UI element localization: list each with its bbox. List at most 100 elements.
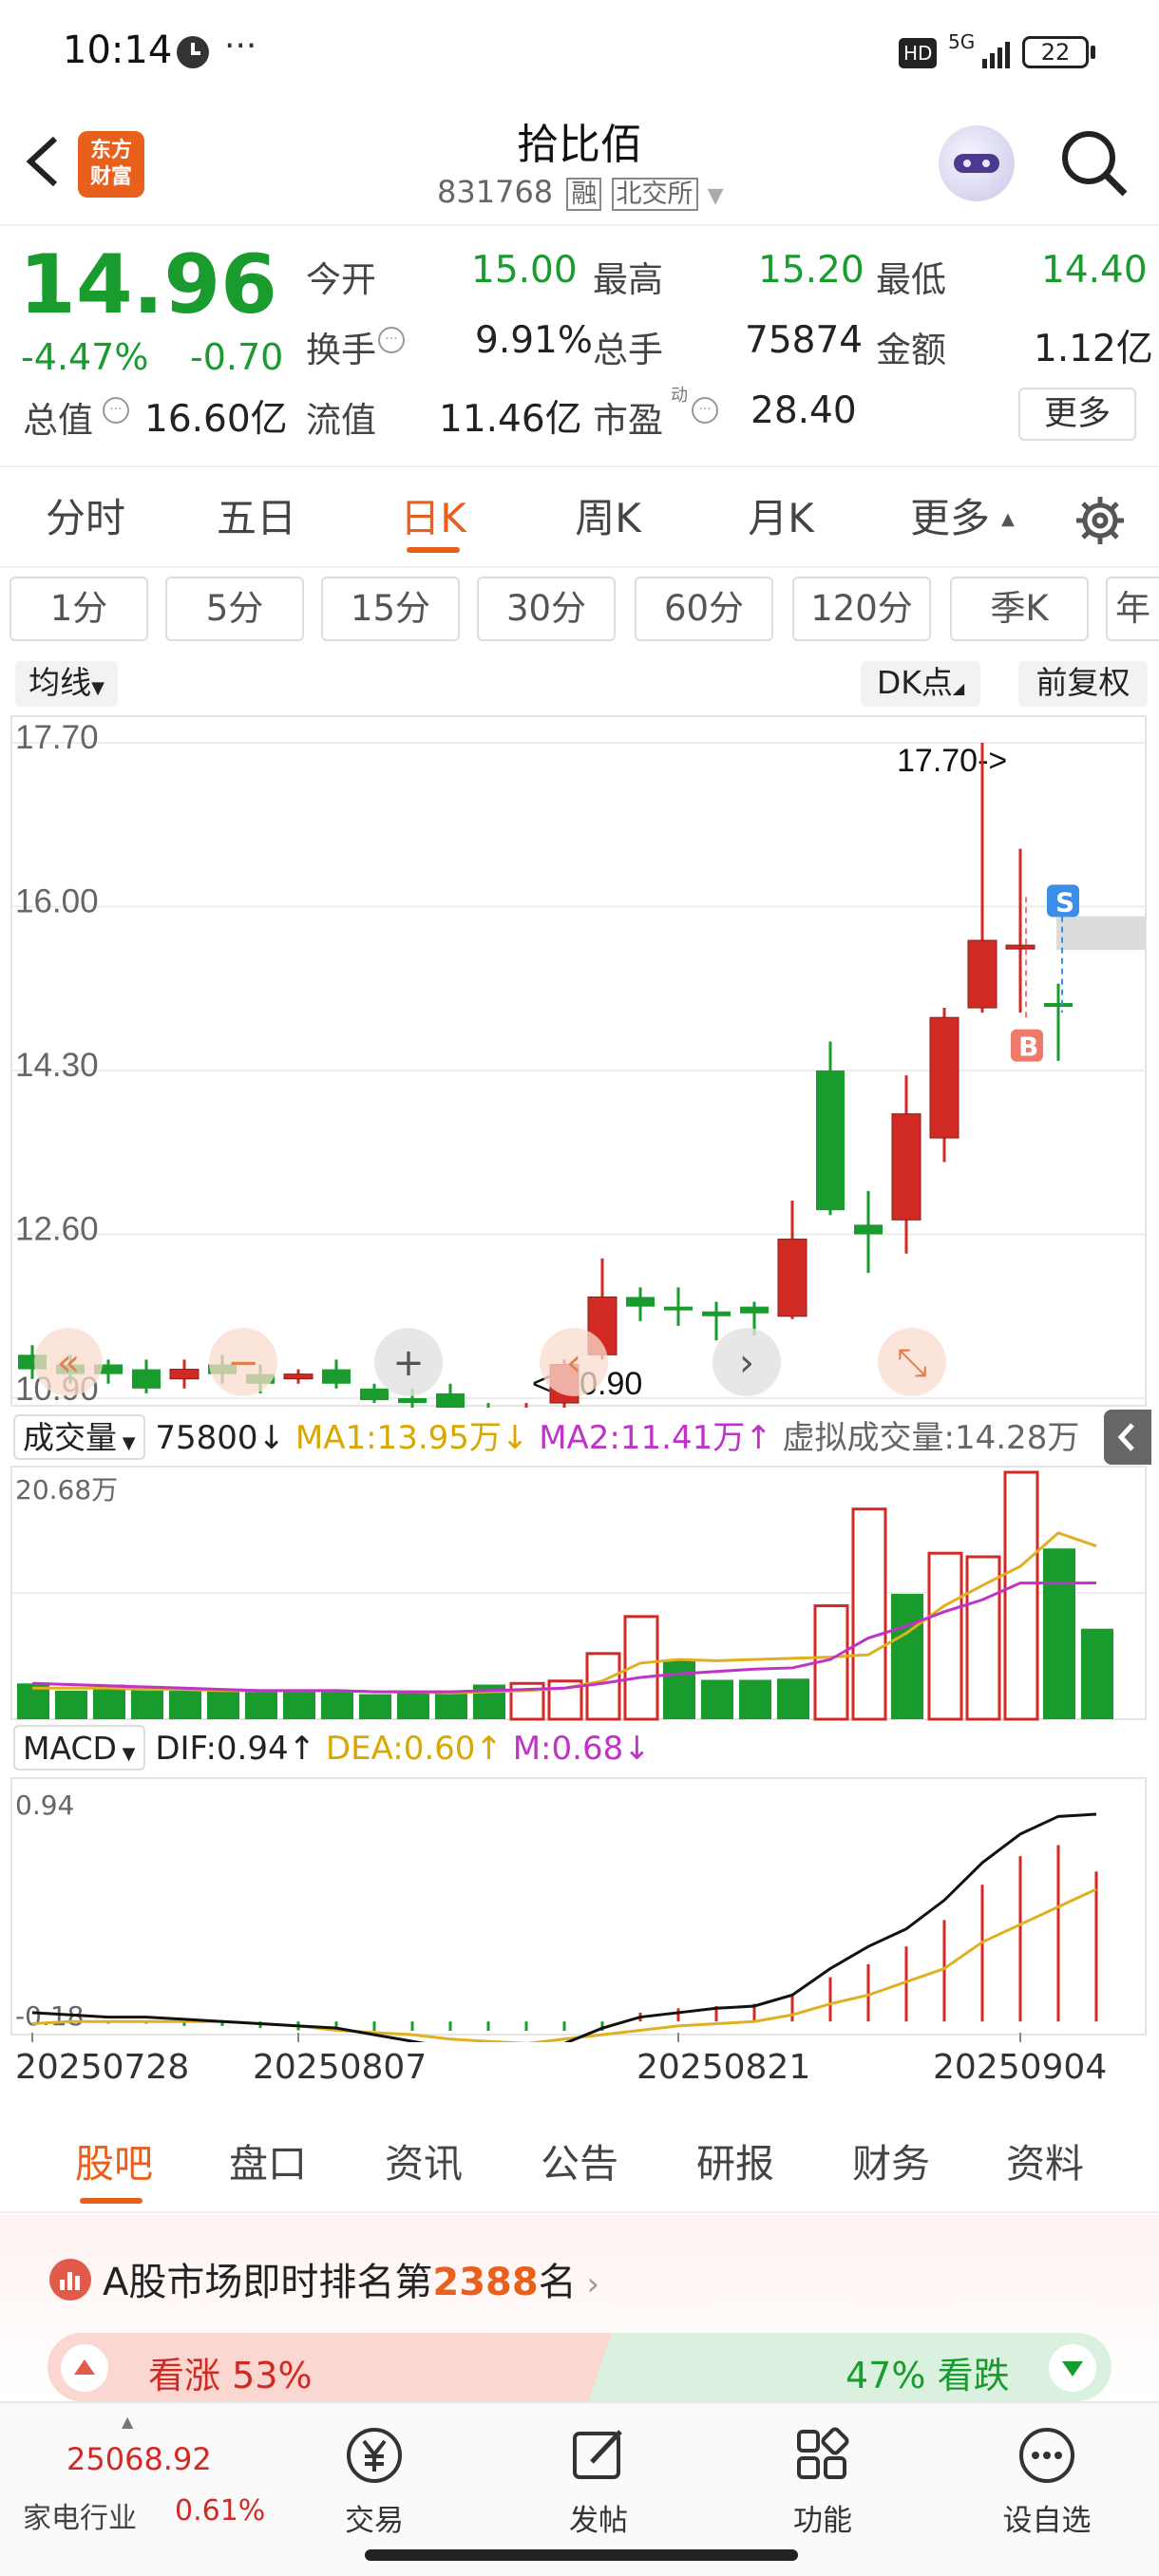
sector-change: 0.61% (175, 2494, 266, 2528)
stock-name: 拾比佰 (517, 121, 642, 169)
chart-frame (10, 1777, 1147, 2036)
adjust-button[interactable]: 前复权 (1018, 661, 1148, 707)
index-value[interactable]: 25068.92 (66, 2441, 212, 2477)
volume-bar (207, 1690, 239, 1719)
post-button[interactable]: 发帖 (532, 2422, 665, 2539)
volume-chart[interactable]: 20.68万 (0, 1465, 1159, 1721)
bullish-fill (48, 2333, 612, 2401)
news-tabs: 股吧 盘口 资讯 公告 研报 财务 资料 (0, 2114, 1159, 2213)
sentiment-bar: 看涨 53% 47% 看跌 (48, 2333, 1112, 2401)
macd-chart[interactable]: 0.94-0.18 (0, 1776, 1159, 2042)
turnover-value: 9.91% (475, 319, 593, 362)
tab-financials[interactable]: 财务 (825, 2114, 958, 2213)
status-bar: 10:14 ··· HD 5G 22 (0, 0, 1159, 104)
volume-bar (777, 1678, 809, 1719)
current-price: 14.96 (19, 237, 278, 332)
collapse-panel-icon[interactable] (1104, 1410, 1151, 1465)
macd-selector[interactable]: MACD ▼ (13, 1725, 145, 1771)
caret-up-icon: ▲ (1001, 509, 1015, 529)
dropdown-caret-icon: ▼ (116, 1744, 136, 1764)
volume-bar (663, 1660, 695, 1719)
info-icon[interactable]: ··· (103, 397, 129, 424)
volume-value: 75800 (155, 1419, 258, 1457)
volume-bar (701, 1679, 733, 1719)
corner-caret-icon: ◢ (952, 679, 965, 697)
trade-button[interactable]: 交易 (308, 2422, 441, 2539)
pill-1min[interactable]: 1分 (10, 577, 148, 641)
high-value: 15.20 (758, 249, 864, 292)
date-label: 20250728 (15, 2048, 190, 2087)
function-button[interactable]: 功能 (756, 2422, 889, 2539)
info-icon[interactable]: ··· (378, 327, 405, 353)
search-icon[interactable] (1058, 127, 1130, 199)
volume-bar (739, 1679, 771, 1719)
volume-selector[interactable]: 成交量 ▼ (13, 1414, 145, 1460)
volume-bar (1043, 1548, 1075, 1719)
ranking-text[interactable]: A股市场即时排名第2388名 › (103, 2251, 599, 2306)
stock-code-line: 831768 融 北交所 ▼ (437, 173, 724, 211)
back-icon[interactable] (21, 133, 68, 190)
tab-research[interactable]: 研报 (669, 2114, 802, 2213)
candlestick-chart[interactable]: 17.7016.0014.3012.6010.9017.70-><-10.90S… (0, 714, 1159, 1408)
pill-year-k[interactable]: 年 (1106, 577, 1159, 641)
arrow-down-icon: ↓ (501, 1419, 529, 1457)
tab-weekly-k[interactable]: 周K (542, 467, 674, 570)
virtual-volume: 虚拟成交量:14.28万 (782, 1419, 1080, 1457)
candle (360, 1388, 389, 1401)
turnover-label: 换手 (306, 330, 376, 370)
pill-60min[interactable]: 60分 (635, 577, 773, 641)
robot-assistant-icon[interactable] (939, 125, 1015, 201)
more-button[interactable]: 更多 (1018, 388, 1136, 441)
app-logo[interactable]: 东方 财富 (78, 131, 144, 198)
candle (1044, 1002, 1073, 1008)
tab-order-book[interactable]: 盘口 (201, 2114, 334, 2213)
date-label: 20250821 (636, 2048, 811, 2087)
candle (702, 1311, 731, 1316)
vote-down-button[interactable] (1049, 2344, 1096, 2392)
tab-five-day[interactable]: 五日 (190, 467, 323, 570)
volume-bar (435, 1690, 467, 1719)
dropdown-caret-icon[interactable]: ▼ (708, 184, 724, 208)
ma-selector[interactable]: 均线▼ (15, 661, 118, 707)
candle (169, 1369, 200, 1380)
watchlist-button[interactable]: 设自选 (980, 2422, 1113, 2539)
tab-monthly-k[interactable]: 月K (714, 467, 847, 570)
total-value: 16.60亿 (144, 398, 288, 441)
amount-value: 1.12亿 (1034, 328, 1153, 370)
yen-circle-icon (347, 2428, 402, 2483)
tab-more[interactable]: 更多 (893, 467, 1007, 570)
buy-marker-label: B (1018, 1032, 1038, 1063)
low-label: 最低 (876, 259, 946, 300)
info-icon[interactable]: ··· (692, 397, 718, 424)
tab-announcements[interactable]: 公告 (513, 2114, 646, 2213)
candle (967, 939, 998, 1009)
pe-dynamic-tag: 动 (671, 386, 688, 406)
sector-label[interactable]: 家电行业 (23, 2494, 137, 2536)
tab-intraday[interactable]: 分时 (19, 467, 152, 570)
volume-title: 成交量 (23, 1419, 117, 1456)
dk-point-button[interactable]: DK点◢ (861, 661, 980, 707)
tab-profile[interactable]: 资料 (978, 2114, 1112, 2213)
settings-gear-icon[interactable] (1074, 494, 1127, 547)
volume-bar (245, 1692, 277, 1719)
logo-line2: 财富 (89, 165, 132, 189)
hd-icon: HD (899, 38, 938, 68)
pill-120min[interactable]: 120分 (792, 577, 931, 641)
guba-panel: A股市场即时排名第2388名 › 看涨 53% 47% 看跌 (0, 2215, 1159, 2401)
volume-bar (321, 1690, 353, 1719)
up-label: 看涨 (148, 2355, 221, 2396)
tab-news[interactable]: 资讯 (357, 2114, 490, 2213)
pill-15min[interactable]: 15分 (321, 577, 460, 641)
chart-frame (10, 715, 1147, 1407)
edit-icon (573, 2430, 622, 2479)
pill-quarter-k[interactable]: 季K (950, 577, 1089, 641)
arrow-up-icon: ↑ (745, 1419, 772, 1457)
candle (816, 1070, 845, 1211)
down-pct: 47% (846, 2355, 926, 2396)
candle (664, 1306, 693, 1311)
pill-30min[interactable]: 30分 (477, 577, 616, 641)
vote-up-button[interactable] (61, 2344, 108, 2392)
candle (891, 1113, 922, 1221)
tab-daily-k[interactable]: 日K (367, 467, 500, 570)
pill-5min[interactable]: 5分 (165, 577, 304, 641)
